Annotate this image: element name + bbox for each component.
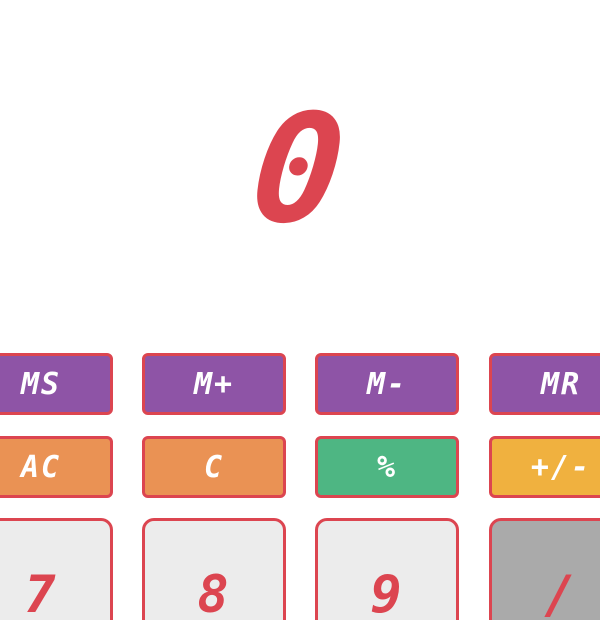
all-clear-button[interactable]: AC bbox=[0, 436, 113, 498]
divide-button[interactable]: / bbox=[489, 518, 600, 620]
digit-7-button[interactable]: 7 bbox=[0, 518, 113, 620]
sign-toggle-button[interactable]: +/- bbox=[489, 436, 600, 498]
digit-8-button[interactable]: 8 bbox=[142, 518, 286, 620]
memory-recall-button[interactable]: MR bbox=[489, 353, 600, 415]
calculator-app: 0 MS M+ M- MR AC C % +/- 7 8 9 / bbox=[0, 0, 600, 620]
digit-9-button[interactable]: 9 bbox=[315, 518, 459, 620]
display-value: 0 bbox=[243, 83, 357, 257]
clear-button[interactable]: C bbox=[142, 436, 286, 498]
memory-store-button[interactable]: MS bbox=[0, 353, 113, 415]
memory-add-button[interactable]: M+ bbox=[142, 353, 286, 415]
memory-subtract-button[interactable]: M- bbox=[315, 353, 459, 415]
percent-button[interactable]: % bbox=[315, 436, 459, 498]
display-panel: 0 bbox=[0, 83, 600, 257]
